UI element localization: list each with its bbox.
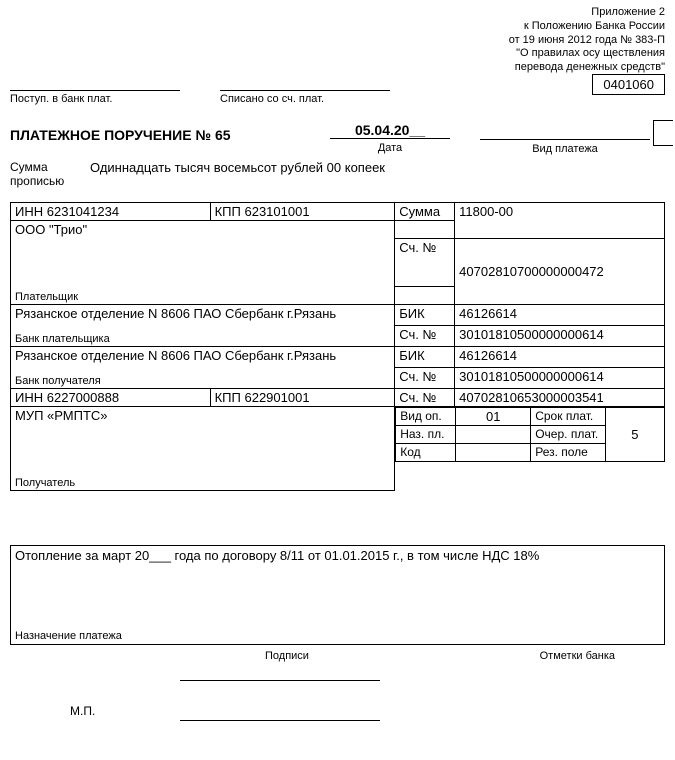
- date-label: Дата: [378, 142, 402, 154]
- payer-account: 40702810700000000472: [455, 239, 665, 305]
- payer-bank-account: 30101810500000000614: [455, 326, 665, 347]
- payer-label: Плательщик: [15, 291, 78, 303]
- vid-op-label: Вид оп.: [396, 408, 456, 426]
- sch-label-1: Сч. №: [395, 239, 455, 287]
- appendix-line4: "О правилах осу ществления: [509, 47, 665, 61]
- rez-label: Рез. поле: [531, 444, 606, 462]
- naz-pl-label: Наз. пл.: [396, 426, 456, 444]
- document-title: ПЛАТЕЖНОЕ ПОРУЧЕНИЕ № 65: [10, 127, 231, 143]
- payee-bank-bik: 46126614: [455, 347, 665, 368]
- payer-bank-bik: 46126614: [455, 305, 665, 326]
- amount-words-value: Одиннадцать тысяч восемьсот рублей 00 ко…: [90, 160, 665, 175]
- ocher-label: Очер. плат.: [531, 426, 606, 444]
- payer-bank-label: Банк плательщика: [15, 333, 110, 345]
- payer-inn-cell: ИНН 6231041234: [11, 203, 211, 221]
- payee-name: МУП «РМПТС»: [15, 408, 390, 423]
- bik-label-1: БИК: [395, 305, 455, 326]
- signature-line-2: [180, 720, 380, 746]
- title-number: 65: [215, 127, 231, 143]
- stamp-writeoff: Списано со сч. плат.: [220, 90, 390, 105]
- bik-label-2: БИК: [395, 347, 455, 368]
- payer-kpp-cell: КПП 623101001: [210, 203, 395, 221]
- payer-name-cell: ООО "Трио" Плательщик: [11, 221, 395, 305]
- podpisi-label: Подписи: [265, 650, 309, 662]
- payee-bank-name: Рязанское отделение N 8606 ПАО Сбербанк …: [15, 348, 390, 363]
- purpose-label: Назначение платежа: [15, 630, 122, 642]
- payee-account: 40702810653000003541: [455, 389, 665, 407]
- paytype-value: [480, 122, 650, 140]
- signature-lines: [180, 680, 380, 760]
- appendix-line2: к Положению Банка России: [509, 20, 665, 34]
- ops-subtable: Вид оп. 01 Срок плат. 5 Наз. пл. Очер. п…: [395, 407, 664, 462]
- payee-bank-label: Банк получателя: [15, 375, 101, 387]
- appendix-block: Приложение 2 к Положению Банка России от…: [509, 6, 665, 75]
- payee-name-cell: МУП «РМПТС» Получатель: [11, 407, 395, 491]
- summa-label: Сумма: [395, 203, 455, 221]
- otmetki-label: Отметки банка: [540, 650, 615, 662]
- payee-bank-account: 30101810500000000614: [455, 368, 665, 389]
- payee-kpp-cell: КПП 622901001: [210, 389, 395, 407]
- sch-label-4: Сч. №: [395, 389, 455, 407]
- payee-bank-cell: Рязанское отделение N 8606 ПАО Сбербанк …: [11, 347, 395, 389]
- appendix-line1: Приложение 2: [509, 6, 665, 20]
- payee-kpp: 622901001: [244, 390, 309, 405]
- payer-name: ООО "Трио": [15, 222, 390, 237]
- kod-label: Код: [396, 444, 456, 462]
- sch-label-2: Сч. №: [395, 326, 455, 347]
- mp-label: М.П.: [70, 704, 95, 718]
- payer-inn: 6231041234: [47, 204, 119, 219]
- summa-value: 11800-00: [455, 203, 665, 239]
- purpose-value: Отопление за март 20___ года по договору…: [15, 548, 660, 563]
- signature-line-1: [180, 680, 380, 706]
- payee-inn: 6227000888: [47, 390, 119, 405]
- naz-pl-value: [456, 426, 531, 444]
- payee-inn-cell: ИНН 6227000888: [11, 389, 211, 407]
- date-value: 05.04.20__: [330, 122, 450, 139]
- appendix-line5: перевода денежных средств": [509, 61, 665, 75]
- payer-bank-name: Рязанское отделение N 8606 ПАО Сбербанк …: [15, 306, 390, 321]
- kod-value: [456, 444, 531, 462]
- amount-words-label: Сумма прописью: [10, 160, 80, 189]
- sch-label-3: Сч. №: [395, 368, 455, 389]
- appendix-line3: от 19 июня 2012 года № 383-П: [509, 34, 665, 48]
- payee-label: Получатель: [15, 477, 75, 489]
- payer-bank-cell: Рязанское отделение N 8606 ПАО Сбербанк …: [11, 305, 395, 347]
- stamp-incoming: Поступ. в банк плат.: [10, 90, 180, 105]
- srok-label: Срок плат.: [531, 408, 606, 426]
- ocher-value: 5: [606, 408, 664, 462]
- payment-form-table: ИНН 6231041234 КПП 623101001 Сумма 11800…: [10, 202, 665, 491]
- purpose-box: Отопление за март 20___ года по договору…: [10, 545, 665, 645]
- vid-op-value: 01: [456, 408, 531, 426]
- payer-kpp: 623101001: [244, 204, 309, 219]
- title-label: ПЛАТЕЖНОЕ ПОРУЧЕНИЕ №: [10, 127, 211, 143]
- corner-box: [653, 120, 673, 146]
- paytype-label: Вид платежа: [532, 143, 598, 155]
